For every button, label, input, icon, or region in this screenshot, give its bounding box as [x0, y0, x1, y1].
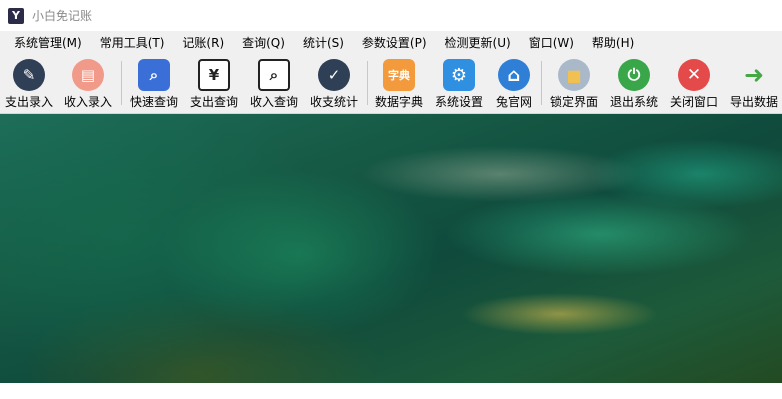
data-dictionary-label: 数据字典	[374, 95, 423, 109]
menu-help[interactable]: 帮助(H)	[583, 31, 643, 55]
system-settings-label: 系统设置	[434, 95, 483, 109]
lock-icon: ■	[558, 59, 590, 91]
status-strip	[0, 383, 782, 399]
quick-search-icon: ⌕	[138, 59, 170, 91]
close-window-button[interactable]: ✕ 关闭窗口	[665, 55, 723, 113]
expense-entry-label: 支出录入	[4, 95, 53, 109]
income-query-button[interactable]: ⌕ 收入查询	[245, 55, 303, 113]
toolbar-separator	[541, 61, 542, 105]
expense-query-label: 支出查询	[189, 95, 238, 109]
expense-entry-button[interactable]: ✎ 支出录入	[0, 55, 58, 113]
quick-search-button[interactable]: ⌕ 快速查询	[125, 55, 183, 113]
window-title: 小白免记账	[32, 9, 93, 23]
home-website-icon: ⌂	[498, 59, 530, 91]
export-data-button[interactable]: ➜ 导出数据	[725, 55, 782, 113]
toolbar: ✎ 支出录入 ▤ 收入录入 ⌕ 快速查询 ¥ 支出查询 ⌕ 收入查询 ✓ 收支统…	[0, 55, 782, 114]
export-data-label: 导出数据	[729, 95, 778, 109]
income-entry-icon: ▤	[72, 59, 104, 91]
settings-gear-icon: ⚙	[443, 59, 475, 91]
data-dictionary-button[interactable]: 字典 数据字典	[370, 55, 428, 113]
menu-window[interactable]: 窗口(W)	[520, 31, 583, 55]
menu-check-update[interactable]: 检测更新(U)	[436, 31, 520, 55]
income-query-icon: ⌕	[258, 59, 290, 91]
exit-system-button[interactable]: ⏻ 退出系统	[605, 55, 663, 113]
official-website-button[interactable]: ⌂ 兔官网	[485, 55, 543, 113]
exit-system-label: 退出系统	[609, 95, 658, 109]
statistics-button[interactable]: ✓ 收支统计	[305, 55, 363, 113]
income-entry-button[interactable]: ▤ 收入录入	[59, 55, 117, 113]
power-icon: ⏻	[618, 59, 650, 91]
toolbar-separator	[121, 61, 122, 105]
menu-bookkeeping[interactable]: 记账(R)	[173, 31, 233, 55]
menu-query[interactable]: 查询(Q)	[233, 31, 294, 55]
expense-query-icon: ¥	[198, 59, 230, 91]
expense-entry-icon: ✎	[13, 59, 45, 91]
menu-statistics[interactable]: 统计(S)	[294, 31, 353, 55]
menu-system-management[interactable]: 系统管理(M)	[0, 31, 91, 55]
statistics-label: 收支统计	[309, 95, 358, 109]
quick-search-label: 快速查询	[129, 95, 178, 109]
lock-screen-button[interactable]: ■ 锁定界面	[545, 55, 603, 113]
system-settings-button[interactable]: ⚙ 系统设置	[430, 55, 488, 113]
toolbar-separator	[367, 61, 368, 105]
app-logo-icon: Y	[8, 7, 24, 24]
export-arrow-icon: ➜	[743, 61, 765, 89]
menu-bar: 系统管理(M) 常用工具(T) 记账(R) 查询(Q) 统计(S) 参数设置(P…	[0, 31, 782, 55]
menu-parameter-settings[interactable]: 参数设置(P)	[353, 31, 436, 55]
close-icon: ✕	[678, 59, 710, 91]
close-window-label: 关闭窗口	[669, 95, 718, 109]
expense-query-button[interactable]: ¥ 支出查询	[185, 55, 243, 113]
data-dictionary-icon: 字典	[383, 59, 415, 91]
income-entry-label: 收入录入	[63, 95, 112, 109]
title-bar: Y 小白免记账	[0, 0, 782, 31]
lock-screen-label: 锁定界面	[549, 95, 598, 109]
statistics-icon: ✓	[318, 59, 350, 91]
official-website-label: 兔官网	[495, 95, 532, 109]
menu-common-tools[interactable]: 常用工具(T)	[91, 31, 174, 55]
income-query-label: 收入查询	[249, 95, 298, 109]
background-image-area	[0, 114, 782, 383]
